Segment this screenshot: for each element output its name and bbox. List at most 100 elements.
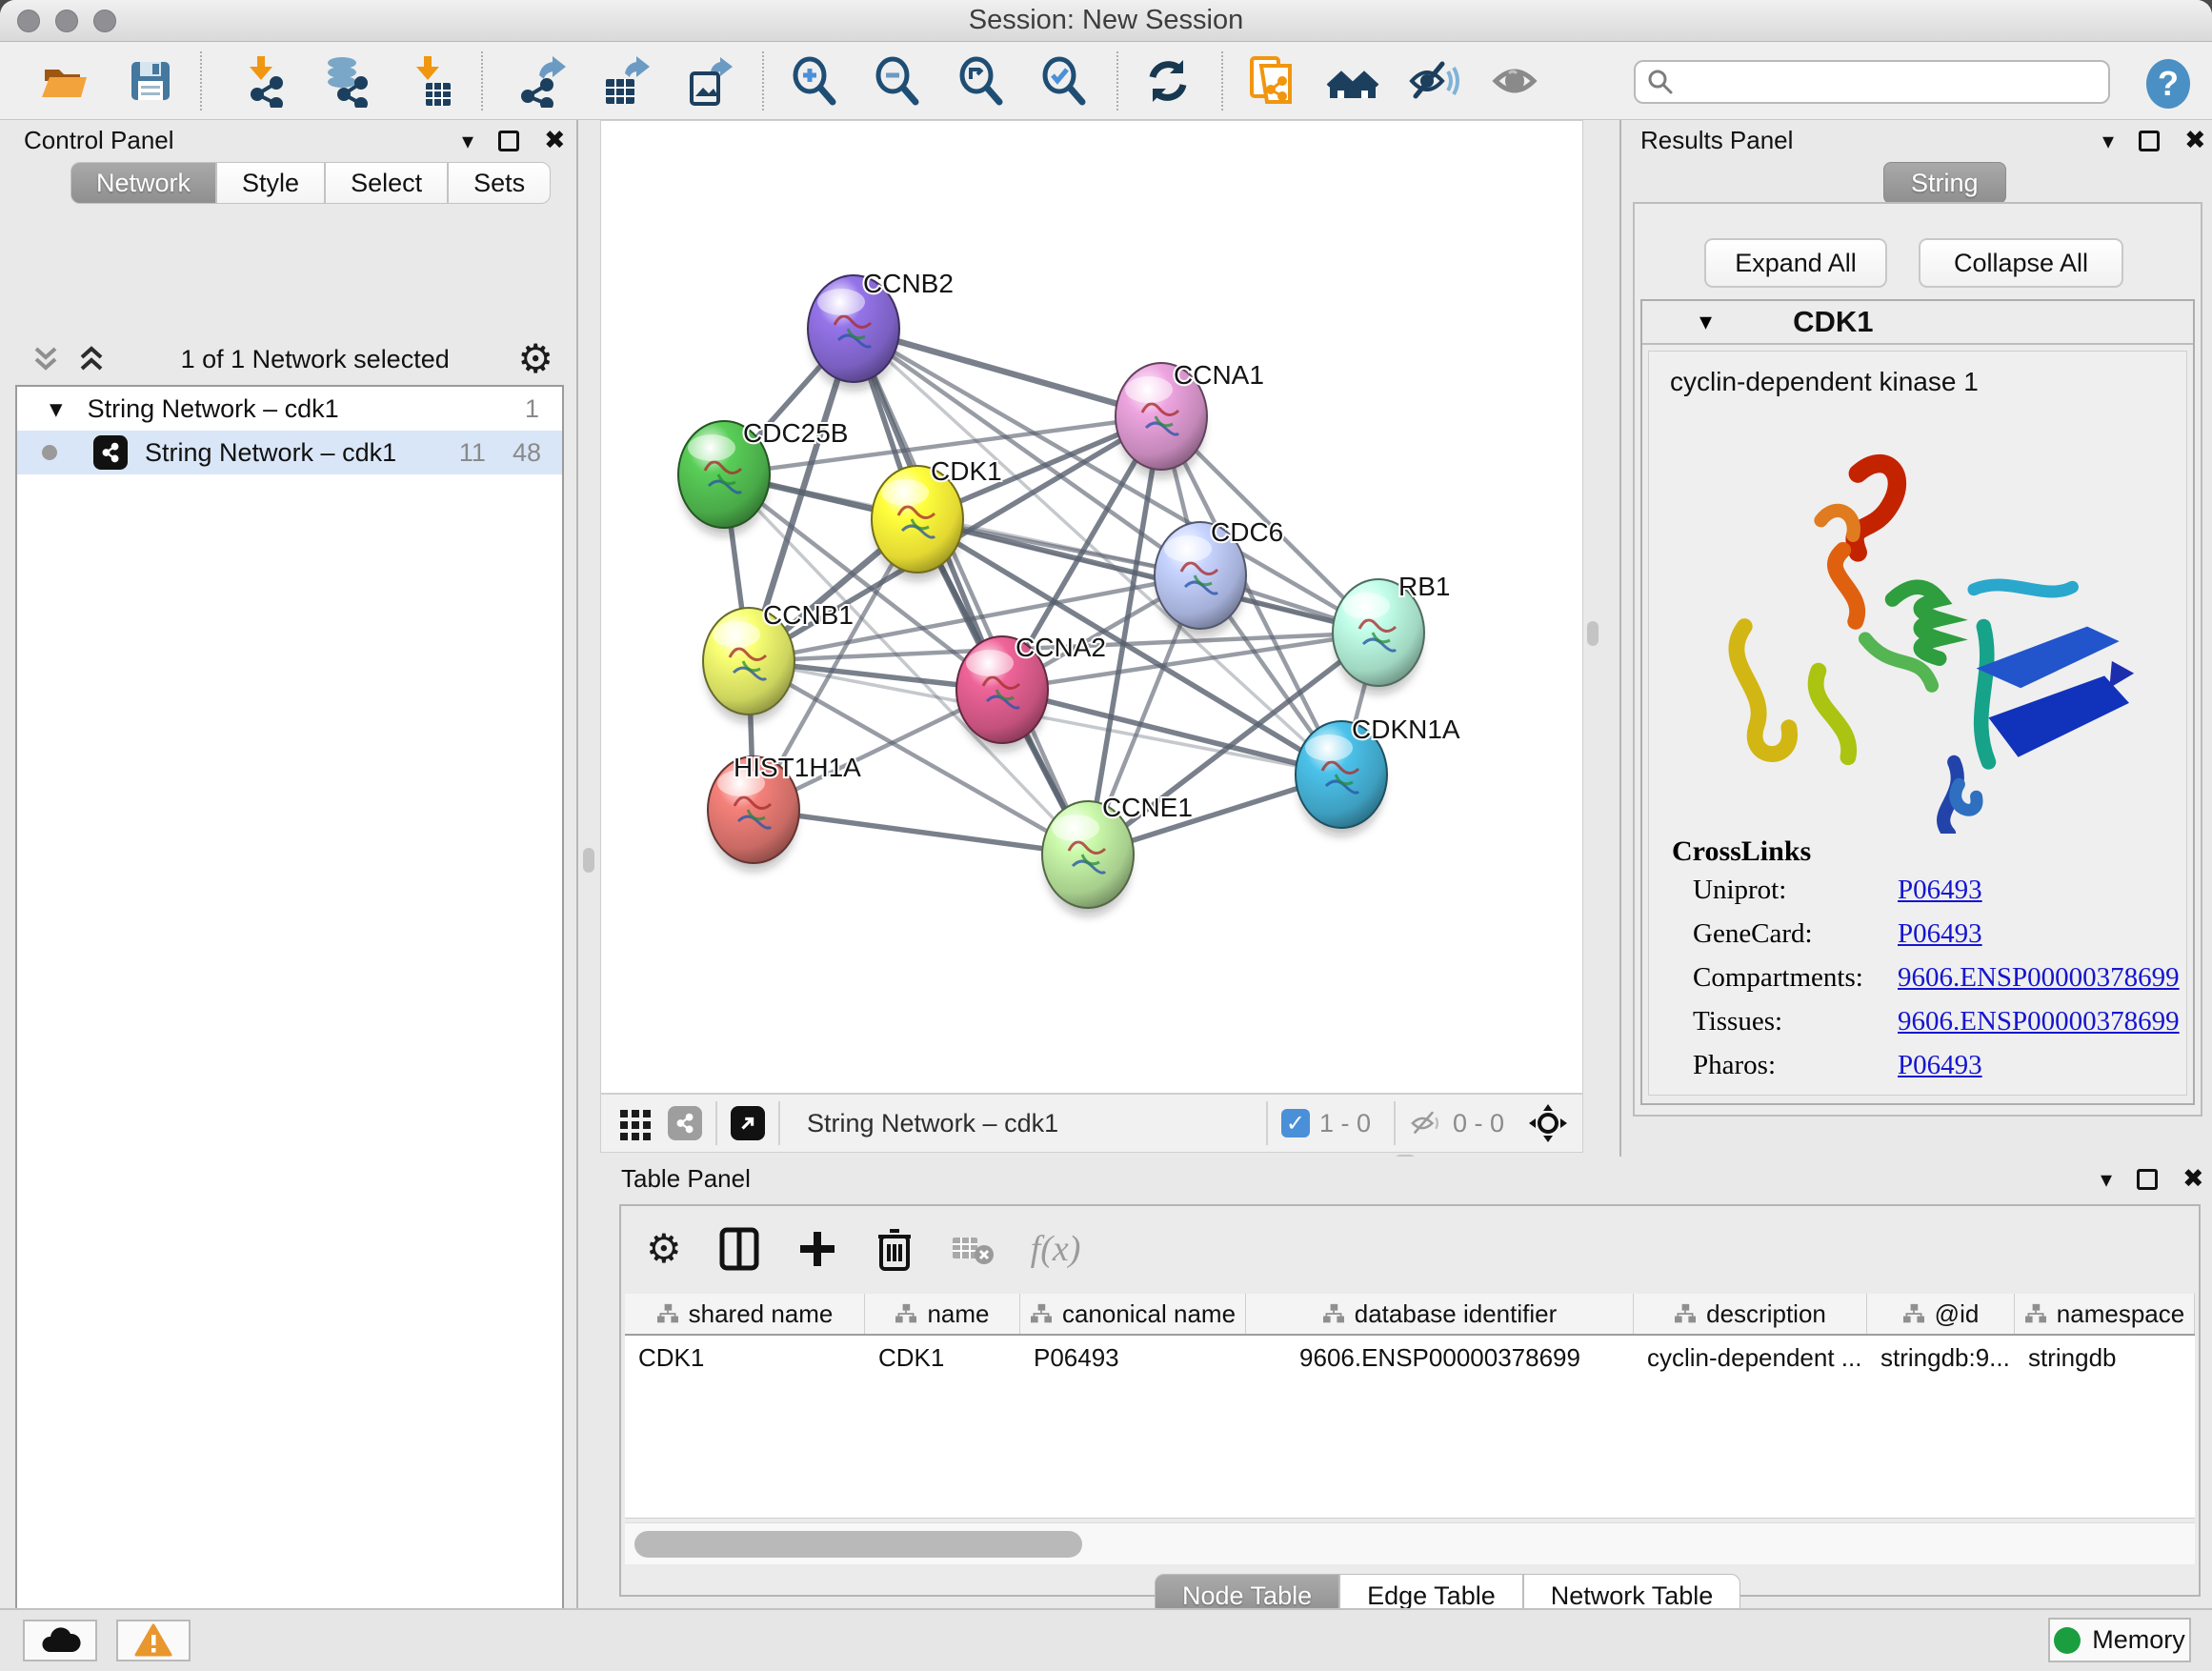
cell-id[interactable]: stringdb:9...: [1867, 1336, 2015, 1379]
network-label: String Network – cdk1: [145, 438, 396, 468]
scrollbar-thumb[interactable]: [634, 1531, 1082, 1558]
toolbar-separator: [762, 51, 764, 111]
import-database-icon[interactable]: [319, 54, 372, 108]
edge-hist1h1a-ccne1[interactable]: [754, 810, 1088, 855]
grid-view-icon[interactable]: [616, 1104, 654, 1142]
node-cdkn1a[interactable]: CDKN1A: [1296, 715, 1460, 836]
cloud-button[interactable]: [23, 1620, 97, 1661]
search-box[interactable]: [1634, 60, 2110, 104]
cell-database-identifier[interactable]: 9606.ENSP00000378699: [1246, 1336, 1634, 1379]
collection-expand-icon[interactable]: ▾: [50, 394, 63, 424]
tab-select[interactable]: Select: [325, 162, 448, 204]
maximize-panel-icon[interactable]: [2137, 1169, 2158, 1190]
edge-ccnb2-ccne1[interactable]: [854, 329, 1088, 855]
cell-name[interactable]: CDK1: [865, 1336, 1020, 1379]
table-row[interactable]: CDK1 CDK1 P06493 9606.ENSP00000378699 cy…: [625, 1336, 2195, 1379]
network-canvas[interactable]: CCNB2CCNA1CDC25BCDK1CDC6RB1CCNB1CCNA2CDK…: [600, 120, 1583, 1094]
cell-canonical-name[interactable]: P06493: [1020, 1336, 1246, 1379]
first-neighbors-icon[interactable]: [1326, 54, 1379, 108]
cell-shared-name[interactable]: CDK1: [625, 1336, 865, 1379]
close-panel-icon[interactable]: ✖: [544, 126, 566, 155]
collapse-all-button[interactable]: Collapse All: [1919, 238, 2123, 288]
crosslink-tissues[interactable]: 9606.ENSP00000378699: [1898, 1006, 2180, 1037]
warning-button[interactable]: [116, 1620, 191, 1661]
clone-network-icon[interactable]: [1246, 54, 1299, 108]
float-panel-icon[interactable]: ▾: [2101, 1166, 2112, 1193]
network-collection-row[interactable]: ▾ String Network – cdk1 1: [17, 387, 562, 431]
column-header[interactable]: @id: [1867, 1294, 2015, 1334]
crosslink-pharos[interactable]: P06493: [1898, 1050, 1982, 1081]
memory-button[interactable]: Memory: [2048, 1618, 2191, 1662]
close-panel-icon[interactable]: ✖: [2182, 1164, 2204, 1194]
float-panel-icon[interactable]: ▾: [462, 128, 473, 154]
zoom-in-icon[interactable]: [789, 54, 842, 108]
zoom-out-icon[interactable]: [872, 54, 925, 108]
maximize-panel-icon[interactable]: [2139, 131, 2160, 151]
import-network-icon[interactable]: [236, 54, 290, 108]
expand-all-button[interactable]: Expand All: [1704, 238, 1887, 288]
show-all-icon[interactable]: [1490, 54, 1543, 108]
column-header[interactable]: name: [865, 1294, 1020, 1334]
refresh-icon[interactable]: [1141, 54, 1195, 108]
tab-network[interactable]: Network: [70, 162, 216, 204]
title-bar: Session: New Session: [0, 0, 2212, 42]
column-header[interactable]: shared name: [625, 1294, 865, 1334]
main-toolbar: ?: [0, 42, 2212, 120]
crosslink-label: Pharos:: [1693, 1050, 1898, 1081]
node-ccna2[interactable]: CCNA2: [956, 633, 1106, 751]
detach-view-icon[interactable]: [731, 1106, 765, 1140]
splitter-handle[interactable]: [583, 848, 594, 873]
zoom-selected-icon[interactable]: [1038, 54, 1092, 108]
open-session-icon[interactable]: [38, 54, 91, 108]
node-rb1[interactable]: RB1: [1333, 572, 1450, 694]
results-panel-title: Results Panel: [1640, 126, 1793, 155]
splitter-handle[interactable]: [1587, 621, 1599, 646]
node-ccne1[interactable]: CCNE1: [1042, 793, 1193, 916]
tab-sets[interactable]: Sets: [448, 162, 551, 204]
crosslink-genecard[interactable]: P06493: [1898, 918, 1982, 950]
column-header[interactable]: namespace: [2015, 1294, 2195, 1334]
table-options-gear-icon[interactable]: ⚙: [646, 1229, 682, 1269]
zoom-fit-icon[interactable]: [955, 54, 1009, 108]
crosslink-uniprot[interactable]: P06493: [1898, 875, 1982, 906]
toolbar-separator: [1116, 51, 1118, 111]
collapse-all-icon[interactable]: [29, 343, 67, 375]
hide-selected-icon[interactable]: [1406, 54, 1459, 108]
network-options-gear-icon[interactable]: ⚙: [517, 339, 553, 379]
export-table-icon[interactable]: [598, 54, 652, 108]
tab-string[interactable]: String: [1883, 162, 2006, 204]
crosslink-compartments[interactable]: 9606.ENSP00000378699: [1898, 962, 2180, 994]
column-header[interactable]: description: [1634, 1294, 1867, 1334]
export-network-icon[interactable]: [514, 54, 568, 108]
node-ccna1[interactable]: CCNA1: [1116, 360, 1264, 477]
delete-table-icon[interactable]: [951, 1232, 995, 1266]
node-cdk1[interactable]: CDK1: [872, 456, 1002, 580]
delete-column-icon[interactable]: [875, 1225, 915, 1273]
expand-all-icon[interactable]: [74, 343, 112, 375]
search-input[interactable]: [1674, 67, 2083, 98]
function-builder-icon[interactable]: f(x): [1031, 1228, 1081, 1270]
node-ccnb1[interactable]: CCNB1: [703, 600, 854, 722]
column-header[interactable]: canonical name: [1020, 1294, 1246, 1334]
column-header[interactable]: database identifier: [1246, 1294, 1634, 1334]
create-column-icon[interactable]: [796, 1226, 838, 1272]
gene-section-header[interactable]: ▾ CDK1: [1642, 301, 2193, 345]
import-table-icon[interactable]: [403, 54, 456, 108]
cell-description[interactable]: cyclin-dependent ...: [1634, 1336, 1867, 1379]
birds-eye-view-icon[interactable]: [1527, 1102, 1569, 1144]
table-horizontal-scrollbar[interactable]: [625, 1522, 2195, 1564]
collapse-section-icon[interactable]: ▾: [1699, 308, 1712, 336]
float-panel-icon[interactable]: ▾: [2102, 128, 2114, 154]
network-view-type-icon[interactable]: [668, 1106, 702, 1140]
node-hist1h1a[interactable]: HIST1H1A: [708, 753, 861, 871]
cell-namespace[interactable]: stringdb: [2015, 1336, 2195, 1379]
help-icon[interactable]: ?: [2142, 57, 2195, 111]
maximize-panel-icon[interactable]: [498, 131, 519, 151]
show-columns-icon[interactable]: [718, 1226, 760, 1272]
export-image-icon[interactable]: [682, 54, 735, 108]
close-panel-icon[interactable]: ✖: [2184, 126, 2206, 155]
save-session-icon[interactable]: [124, 54, 177, 108]
network-row[interactable]: String Network – cdk1 11 48: [17, 431, 562, 474]
tab-style[interactable]: Style: [216, 162, 325, 204]
selected-checkbox-icon[interactable]: ✓: [1281, 1109, 1310, 1137]
